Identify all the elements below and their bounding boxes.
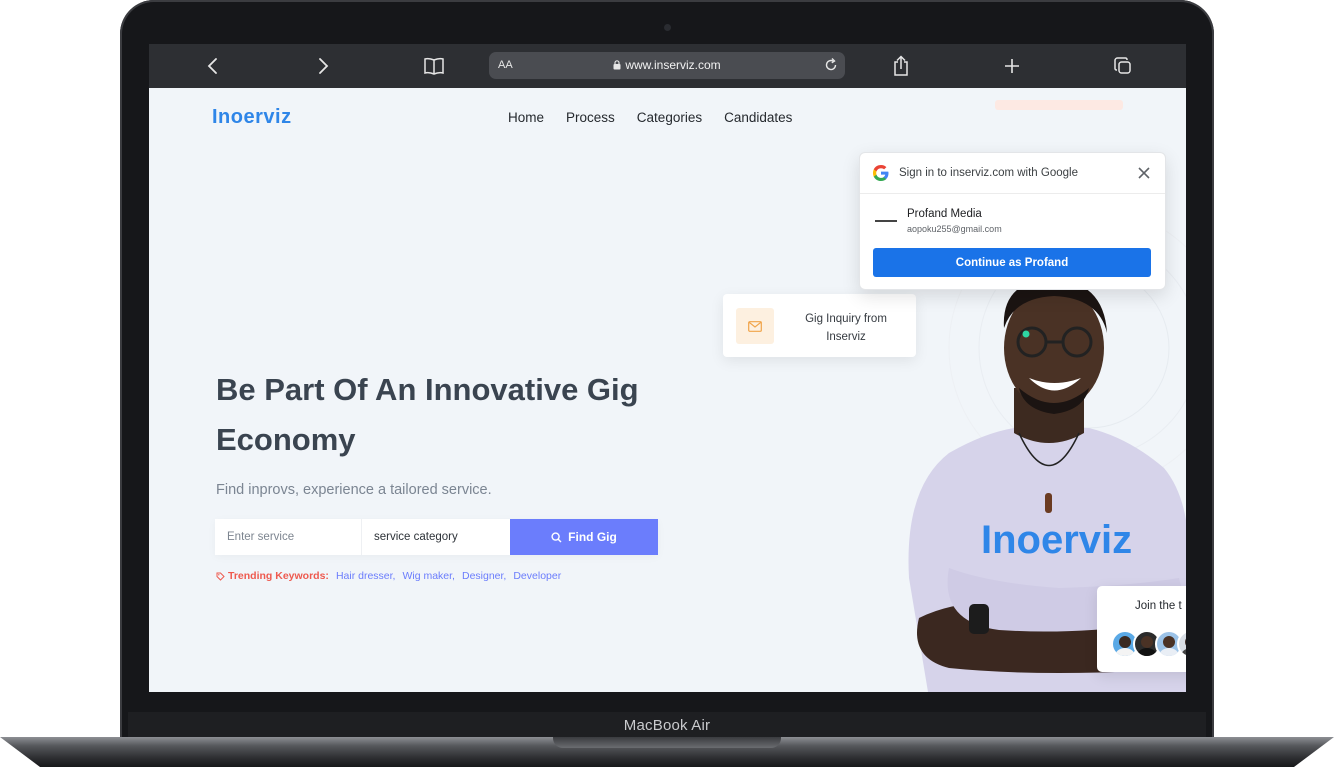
join-community-card[interactable]: Join the t <box>1097 586 1186 672</box>
gig-inquiry-card[interactable]: Gig Inquiry from Inserviz <box>723 294 916 357</box>
gig-inquiry-text: Gig Inquiry from Inserviz <box>805 313 887 343</box>
google-logo-icon <box>873 165 889 181</box>
google-signin-popup: Sign in to inserviz.com with Google Prof… <box>859 152 1166 290</box>
keyword-developer[interactable]: Developer <box>513 570 561 582</box>
account-logo-icon <box>874 211 898 231</box>
nav-process[interactable]: Process <box>566 110 615 125</box>
hero-subtitle: Find inprovs, experience a tailored serv… <box>216 482 492 498</box>
bookmarks-icon[interactable] <box>422 54 446 78</box>
webcam <box>664 24 671 31</box>
laptop-screen: AA www.inserviz.com Inoerviz Home Proces… <box>149 44 1186 692</box>
tabs-overview-icon[interactable] <box>1111 54 1135 78</box>
avatar-group <box>1111 630 1186 658</box>
trending-label-text: Trending Keywords: <box>228 570 329 582</box>
url-text: www.inserviz.com <box>625 58 721 72</box>
web-page: Inoerviz Home Process Categories Candida… <box>149 88 1186 692</box>
continue-as-button[interactable]: Continue as Profand <box>873 248 1151 277</box>
find-gig-label: Find Gig <box>568 530 617 544</box>
address-bar[interactable]: AA www.inserviz.com <box>489 52 845 79</box>
close-icon[interactable] <box>1133 162 1155 184</box>
back-icon[interactable] <box>201 54 225 78</box>
keyword-hair-dresser[interactable]: Hair dresser, <box>336 570 396 582</box>
lock-icon <box>613 60 621 70</box>
gig-search-form: Find Gig <box>215 519 658 555</box>
forward-icon[interactable] <box>311 54 335 78</box>
join-card-text: Join the t <box>1135 600 1182 612</box>
keyword-designer[interactable]: Designer, <box>462 570 506 582</box>
model-label: MacBook Air <box>623 716 711 734</box>
trending-label: Trending Keywords: <box>216 570 329 582</box>
google-popup-header: Sign in to inserviz.com with Google <box>860 153 1165 194</box>
envelope-icon <box>736 308 774 344</box>
shirt-logo: Inoerviz <box>981 518 1132 562</box>
nav-home[interactable]: Home <box>508 110 544 125</box>
nav-button-obscured[interactable] <box>995 100 1123 110</box>
new-tab-icon[interactable] <box>1000 54 1024 78</box>
search-icon <box>551 531 562 542</box>
main-nav: Home Process Categories Candidates <box>508 110 814 125</box>
nav-candidates[interactable]: Candidates <box>724 110 792 125</box>
find-gig-button[interactable]: Find Gig <box>510 519 658 555</box>
laptop-opening-notch <box>553 737 781 748</box>
category-input[interactable] <box>362 519 510 555</box>
hero-title: Be Part Of An Innovative Gig Economy <box>216 372 639 457</box>
share-icon[interactable] <box>889 54 913 78</box>
nav-categories[interactable]: Categories <box>637 110 702 125</box>
keyword-wig-maker[interactable]: Wig maker, <box>402 570 455 582</box>
tag-icon <box>216 572 225 581</box>
site-logo[interactable]: Inoerviz <box>212 106 292 129</box>
trending-keywords: Trending Keywords: Hair dresser, Wig mak… <box>216 570 568 582</box>
account-name: Profand Media <box>907 208 982 220</box>
laptop-chin: MacBook Air <box>128 712 1206 738</box>
google-popup-title: Sign in to inserviz.com with Google <box>899 167 1078 179</box>
service-input[interactable] <box>215 519 362 555</box>
account-email: aopoku255@gmail.com <box>907 224 1002 234</box>
reload-icon[interactable] <box>823 57 839 78</box>
browser-toolbar: AA www.inserviz.com <box>149 44 1186 88</box>
